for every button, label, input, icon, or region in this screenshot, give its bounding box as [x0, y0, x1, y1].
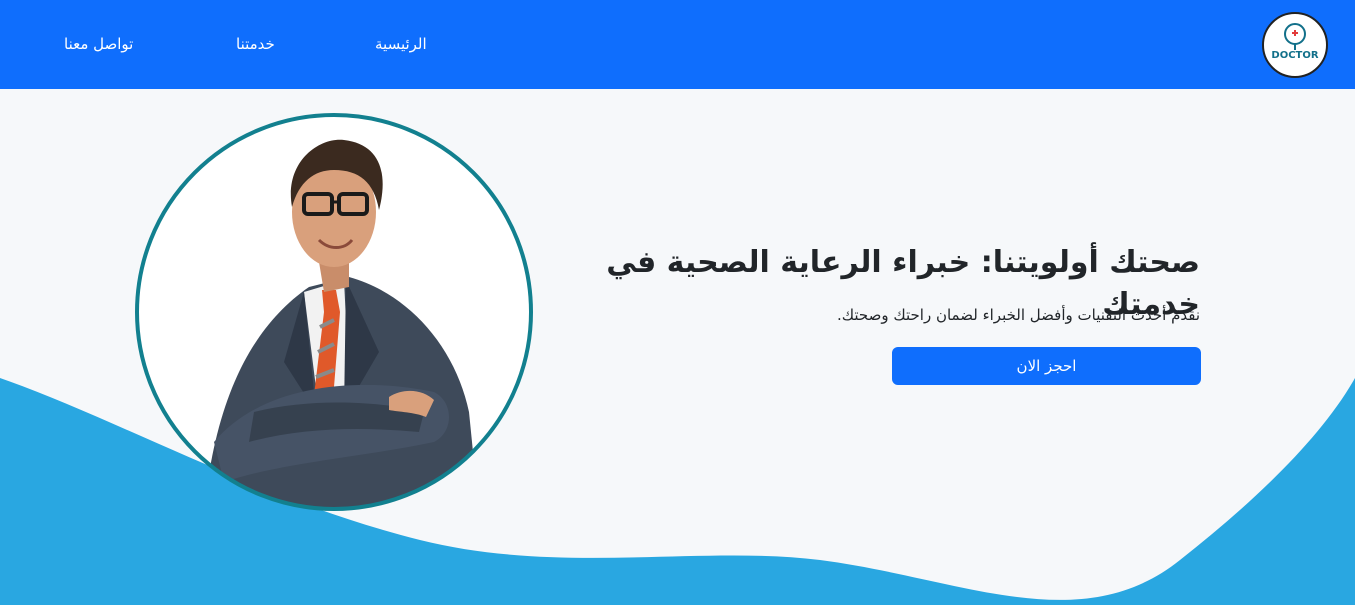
- navbar: تواصل معنا خدمتنا الرئيسية DOCTOR: [0, 0, 1355, 89]
- doctor-logo[interactable]: DOCTOR: [1262, 12, 1328, 78]
- nav-link-services[interactable]: خدمتنا: [236, 34, 275, 54]
- doctor-portrait: [135, 113, 533, 511]
- nav-link-home[interactable]: الرئيسية: [375, 34, 427, 54]
- stethoscope-icon: [1284, 23, 1306, 50]
- page: تواصل معنا خدمتنا الرئيسية DOCTOR صحتك أ…: [0, 0, 1355, 605]
- hero-subtitle: نقدم أحدث التقنيات وأفضل الخبراء لضمان ر…: [836, 306, 1200, 324]
- book-now-button[interactable]: احجز الان: [892, 347, 1201, 385]
- logo-text: DOCTOR: [1271, 50, 1319, 61]
- nav-link-contact[interactable]: تواصل معنا: [64, 34, 133, 54]
